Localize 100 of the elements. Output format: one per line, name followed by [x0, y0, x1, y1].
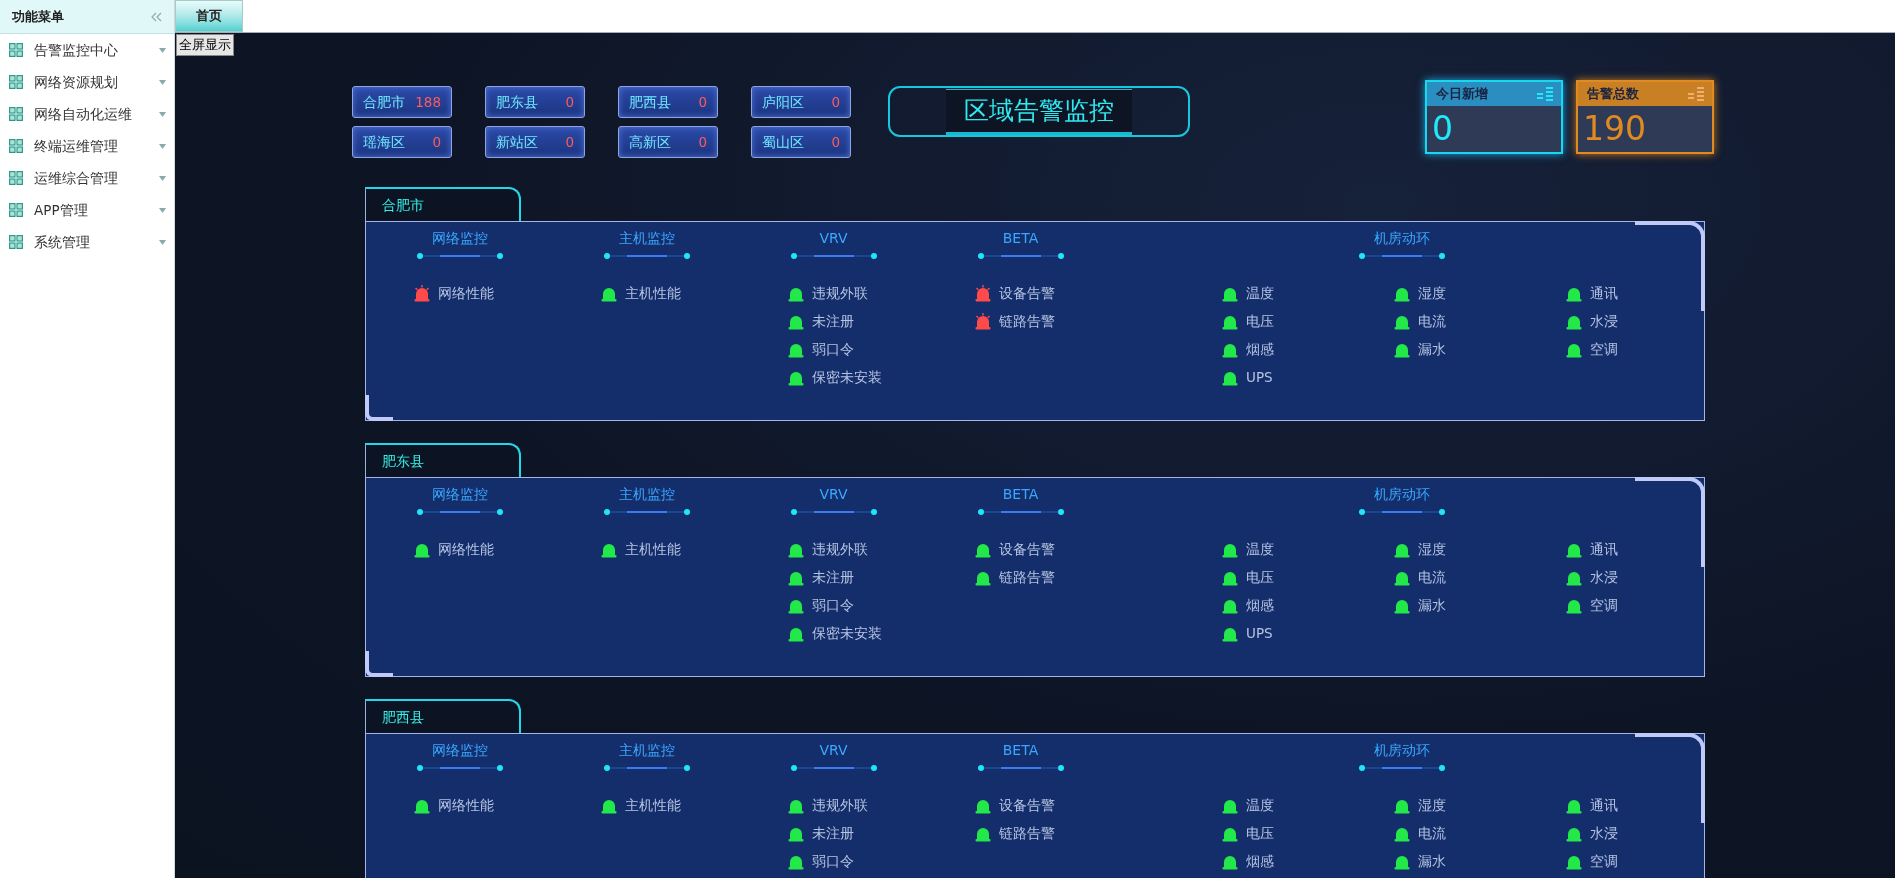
group-title: 主机监控 — [618, 741, 675, 760]
status-label: 水浸 — [1590, 823, 1618, 843]
status-label: 空调 — [1590, 851, 1618, 871]
collapse-icon[interactable] — [150, 11, 162, 22]
status-label: 水浸 — [1590, 567, 1618, 587]
grid-icon — [9, 107, 23, 121]
status-label: 漏水 — [1418, 851, 1446, 871]
grid-icon — [9, 75, 23, 89]
status-label: 链路告警 — [999, 823, 1055, 843]
status-label: 温度 — [1246, 539, 1274, 559]
status-label: 未注册 — [812, 823, 854, 843]
group-title: VRV — [819, 485, 848, 504]
district-button[interactable]: 庐阳区 0 — [751, 86, 851, 118]
menu-item[interactable]: 网络自动化运维 — [0, 98, 174, 130]
menu-title: 功能菜单 — [12, 7, 64, 26]
group-title: 主机监控 — [618, 485, 675, 504]
group-title: VRV — [819, 229, 848, 248]
status-label: 湿度 — [1418, 283, 1446, 303]
district-button[interactable]: 高新区 0 — [618, 126, 718, 158]
status-label: 网络性能 — [438, 539, 494, 559]
menu-item[interactable]: 系统管理 — [0, 226, 174, 258]
status-label: 空调 — [1590, 339, 1618, 359]
bars-icon — [1688, 87, 1704, 101]
status-label: 漏水 — [1418, 339, 1446, 359]
counter-value: 0 — [1432, 109, 1453, 149]
status-label: 电压 — [1246, 823, 1274, 843]
status-label: 电压 — [1246, 567, 1274, 587]
status-label: 弱口令 — [812, 595, 854, 615]
menu-item[interactable]: 网络资源规划 — [0, 66, 174, 98]
status-label: 未注册 — [812, 311, 854, 331]
tab[interactable]: 首页 — [175, 0, 243, 32]
group-title: 机房动环 — [1374, 741, 1430, 760]
status-label: 通讯 — [1590, 795, 1618, 815]
status-label: 漏水 — [1418, 595, 1446, 615]
status-label: 电流 — [1418, 823, 1446, 843]
status-label: 保密未安装 — [812, 367, 882, 387]
caret-icon — [159, 79, 166, 85]
district-button[interactable]: 肥西县 0 — [618, 86, 718, 118]
caret-icon — [159, 111, 166, 117]
status-label: 通讯 — [1590, 539, 1618, 559]
counter-label: 告警总数 — [1587, 85, 1639, 104]
corner-bracket — [365, 395, 393, 421]
status-label: 违规外联 — [812, 283, 868, 303]
group-title: 网络监控 — [431, 229, 488, 248]
menu-item[interactable]: APP管理 — [0, 194, 174, 226]
grid-icon — [9, 139, 23, 153]
panel-tab[interactable]: 肥东县 — [365, 443, 521, 477]
group-title: BETA — [1002, 485, 1039, 504]
group-title: 机房动环 — [1374, 485, 1430, 504]
status-label: 设备告警 — [999, 795, 1055, 815]
fullscreen-button[interactable]: 全屏显示 — [176, 34, 234, 56]
menu-item[interactable]: 终端运维管理 — [0, 130, 174, 162]
status-label: 保密未安装 — [812, 623, 882, 643]
status-label: 网络性能 — [438, 795, 494, 815]
status-label: 链路告警 — [999, 311, 1055, 331]
status-label: 电压 — [1246, 311, 1274, 331]
status-label: 链路告警 — [999, 567, 1055, 587]
status-label: 通讯 — [1590, 283, 1618, 303]
status-label: 未注册 — [812, 567, 854, 587]
status-label: 弱口令 — [812, 339, 854, 359]
group-title: VRV — [819, 741, 848, 760]
district-button[interactable]: 瑶海区 0 — [352, 126, 452, 158]
status-label: 烟感 — [1246, 339, 1274, 359]
status-label: 空调 — [1590, 595, 1618, 615]
panel-tab[interactable]: 肥西县 — [365, 699, 521, 733]
grid-icon — [9, 203, 23, 217]
group-title: 网络监控 — [431, 741, 488, 760]
district-button[interactable]: 合肥市 188 — [352, 86, 452, 118]
district-button[interactable]: 肥东县 0 — [485, 86, 585, 118]
status-label: 设备告警 — [999, 539, 1055, 559]
bars-icon — [1537, 87, 1553, 101]
group-title: 机房动环 — [1374, 229, 1430, 248]
caret-icon — [159, 239, 166, 245]
status-label: 电流 — [1418, 567, 1446, 587]
status-label: 温度 — [1246, 795, 1274, 815]
grid-icon — [9, 43, 23, 57]
caret-icon — [159, 207, 166, 213]
counter-label: 今日新增 — [1436, 85, 1488, 104]
menu-item[interactable]: 告警监控中心 — [0, 34, 174, 66]
status-label: 违规外联 — [812, 795, 868, 815]
menu-item[interactable]: 运维综合管理 — [0, 162, 174, 194]
grid-icon — [9, 171, 23, 185]
status-label: 烟感 — [1246, 851, 1274, 871]
district-button[interactable]: 蜀山区 0 — [751, 126, 851, 158]
group-title: BETA — [1002, 741, 1039, 760]
status-label: 网络性能 — [438, 283, 494, 303]
status-label: 温度 — [1246, 283, 1274, 303]
corner-bracket — [365, 651, 393, 677]
status-label: 主机性能 — [625, 795, 681, 815]
panel-tab[interactable]: 合肥市 — [365, 187, 521, 221]
status-label: 弱口令 — [812, 851, 854, 871]
caret-icon — [159, 175, 166, 181]
caret-icon — [159, 47, 166, 53]
status-label: 水浸 — [1590, 311, 1618, 331]
status-label: 违规外联 — [812, 539, 868, 559]
caret-icon — [159, 143, 166, 149]
status-label: 电流 — [1418, 311, 1446, 331]
group-title: BETA — [1002, 229, 1039, 248]
status-label: UPS — [1246, 367, 1273, 387]
district-button[interactable]: 新站区 0 — [485, 126, 585, 158]
